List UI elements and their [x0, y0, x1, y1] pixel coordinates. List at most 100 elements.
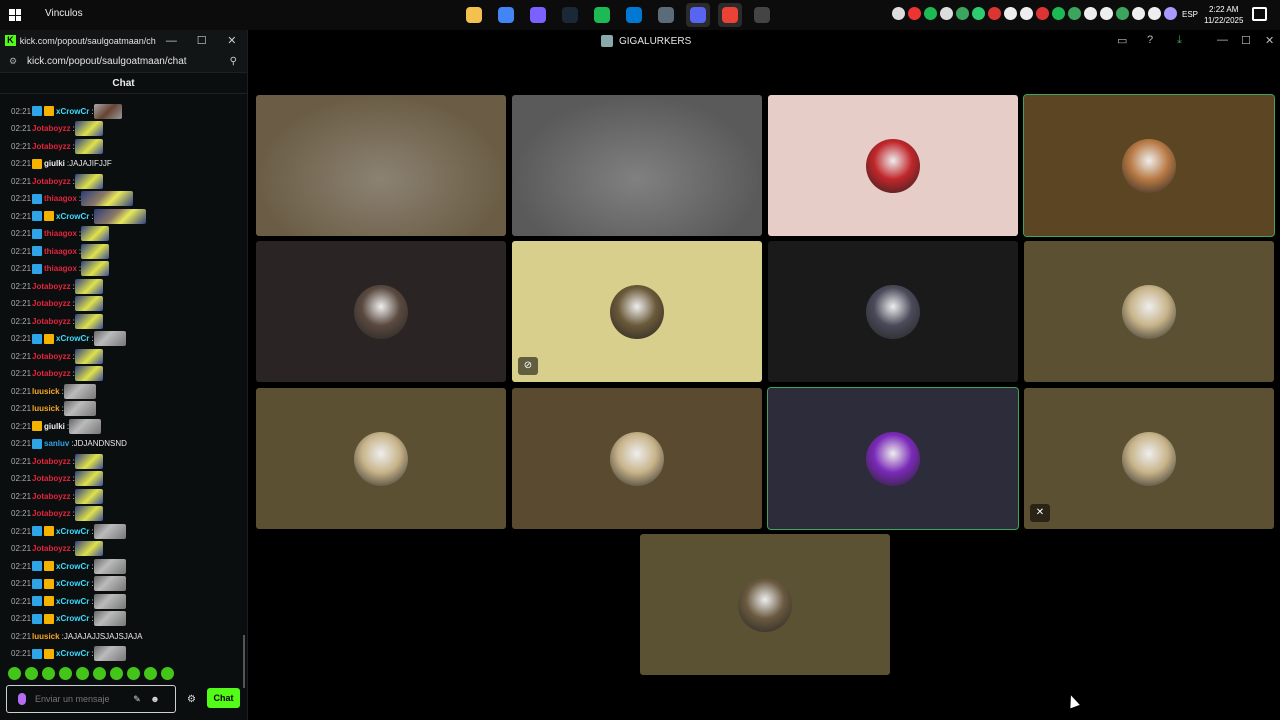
url-text[interactable]: kick.com/popout/saulgoatmaan/chat — [27, 56, 230, 67]
microphone-icon[interactable] — [18, 693, 26, 705]
chat-message[interactable]: 02:21 xCrowCr: — [11, 208, 146, 224]
chrome-icon[interactable] — [494, 3, 518, 27]
moderator-badge-icon[interactable] — [32, 526, 42, 536]
message-username[interactable]: Jotaboyzz — [32, 124, 71, 133]
chat-emote[interactable] — [63, 401, 96, 416]
files-icon[interactable] — [654, 3, 678, 27]
help-icon[interactable]: ? — [1147, 34, 1153, 46]
tray-app-icon[interactable] — [1132, 7, 1145, 20]
tray-app-icon[interactable] — [1084, 7, 1097, 20]
subscriber-badge-icon[interactable] — [44, 211, 54, 221]
chat-message[interactable]: 02:21 xCrowCr: — [11, 331, 126, 347]
chat-message[interactable]: 02:21 Jotaboyzz: — [11, 541, 103, 557]
tray-app-icon[interactable] — [988, 7, 1001, 20]
participant-tile[interactable] — [512, 388, 762, 529]
participant-tile[interactable] — [1024, 241, 1274, 382]
message-username[interactable]: giulki — [44, 422, 65, 431]
message-username[interactable]: Jotaboyzz — [32, 352, 71, 361]
chat-emote[interactable] — [93, 523, 126, 539]
moderator-badge-icon[interactable] — [32, 263, 42, 274]
message-username[interactable]: xCrowCr — [56, 334, 89, 343]
tray-app-icon[interactable] — [1052, 7, 1065, 20]
chat-emote[interactable] — [74, 173, 103, 189]
moderator-badge-icon[interactable] — [32, 228, 42, 239]
moderator-badge-icon[interactable] — [32, 561, 42, 571]
chat-emote[interactable] — [74, 296, 103, 311]
moderator-badge-icon[interactable] — [32, 106, 42, 116]
message-username[interactable]: xCrowCr — [56, 614, 89, 623]
tray-app-icon[interactable] — [1036, 7, 1049, 20]
emote-icon[interactable] — [110, 667, 123, 680]
chat-message[interactable]: 02:21 xCrowCr: — [11, 646, 126, 662]
chat-emote[interactable] — [81, 191, 134, 206]
chat-emote[interactable] — [93, 331, 126, 346]
chat-emote[interactable] — [63, 383, 96, 399]
chat-emote[interactable] — [74, 348, 103, 364]
send-chat-button[interactable]: Chat — [207, 688, 240, 708]
chat-message[interactable]: 02:21 Jotaboyzz: — [11, 471, 103, 487]
tray-app-icon[interactable] — [956, 7, 969, 20]
chat-message[interactable]: 02:21 xCrowCr: — [11, 593, 126, 609]
participant-tile[interactable]: ✕ — [1024, 388, 1274, 529]
moderator-badge-icon[interactable] — [32, 596, 42, 606]
chat-emote[interactable] — [93, 208, 146, 224]
message-username[interactable]: xCrowCr — [56, 597, 89, 606]
chat-message[interactable]: 02:21 Jotaboyzz: — [11, 138, 103, 154]
message-username[interactable]: Jotaboyzz — [32, 282, 71, 291]
chat-message[interactable]: 02:21 Jotaboyzz: — [11, 278, 103, 294]
taskbar-toolbar-label[interactable]: Vinculos — [45, 8, 83, 19]
chat-settings-icon[interactable]: ⚙ — [187, 694, 196, 705]
subscriber-badge-icon[interactable] — [44, 526, 54, 536]
subscriber-badge-icon[interactable] — [44, 596, 54, 606]
chat-emote[interactable] — [74, 453, 103, 469]
chat-emote[interactable] — [74, 121, 103, 136]
tray-app-icon[interactable] — [1100, 7, 1113, 20]
emote-icon[interactable] — [161, 667, 174, 680]
chat-scrollbar[interactable] — [243, 635, 245, 688]
emote-icon[interactable] — [93, 667, 106, 680]
tray-app-icon[interactable] — [1164, 7, 1177, 20]
chat-message[interactable]: 02:21 giulki: JAJAJIFJJF — [11, 156, 112, 172]
message-username[interactable]: thiaagox — [44, 264, 77, 273]
subscriber-badge-icon[interactable] — [44, 648, 54, 659]
spotify-icon[interactable] — [590, 3, 614, 27]
message-username[interactable]: sanluv — [44, 439, 69, 448]
chat-emote[interactable] — [74, 471, 103, 486]
participant-tile[interactable] — [256, 241, 506, 382]
start-button[interactable] — [0, 0, 30, 30]
emote-icon[interactable] — [59, 667, 72, 680]
chat-emote[interactable] — [69, 418, 102, 434]
minimize-icon[interactable]: — — [156, 35, 186, 47]
chat-message[interactable]: 02:21 thiaagox: — [11, 191, 134, 207]
participant-tile[interactable] — [640, 534, 890, 675]
chat-message[interactable]: 02:21 giulki: — [11, 418, 102, 434]
message-username[interactable]: Jotaboyzz — [32, 369, 71, 378]
chat-emote[interactable] — [81, 243, 110, 259]
chat-emote[interactable] — [93, 558, 126, 574]
moderator-badge-icon[interactable] — [32, 613, 42, 624]
tray-app-icon[interactable] — [892, 7, 905, 20]
chat-emote[interactable] — [74, 278, 103, 294]
chat-message[interactable]: 02:21 luusick: — [11, 401, 96, 417]
chat-message[interactable]: 02:21 Jotaboyzz: — [11, 121, 103, 137]
chat-message[interactable]: 02:21 thiaagox: — [11, 226, 110, 242]
chat-emote[interactable] — [74, 313, 103, 329]
moderator-badge-icon[interactable] — [32, 578, 42, 589]
chat-emote[interactable] — [74, 506, 103, 521]
chat-emote[interactable] — [74, 541, 103, 556]
chat-emote[interactable] — [93, 576, 126, 591]
message-username[interactable]: giulki — [44, 159, 65, 168]
moderator-badge-icon[interactable] — [32, 211, 42, 221]
chat-emote[interactable] — [81, 261, 110, 276]
emote-icon[interactable] — [127, 667, 140, 680]
emote-icon[interactable] — [8, 667, 21, 680]
tray-app-icon[interactable] — [1116, 7, 1129, 20]
chat-message[interactable]: 02:21 Jotaboyzz: — [11, 313, 103, 329]
subscriber-badge-icon[interactable] — [44, 613, 54, 624]
chat-message[interactable]: 02:21 xCrowCr: — [11, 523, 126, 539]
tray-app-icon[interactable] — [924, 7, 937, 20]
notifications-icon[interactable] — [1252, 7, 1267, 21]
store-icon[interactable] — [622, 3, 646, 27]
minimize-icon[interactable]: — — [1217, 34, 1228, 46]
participant-tile[interactable] — [767, 387, 1019, 530]
